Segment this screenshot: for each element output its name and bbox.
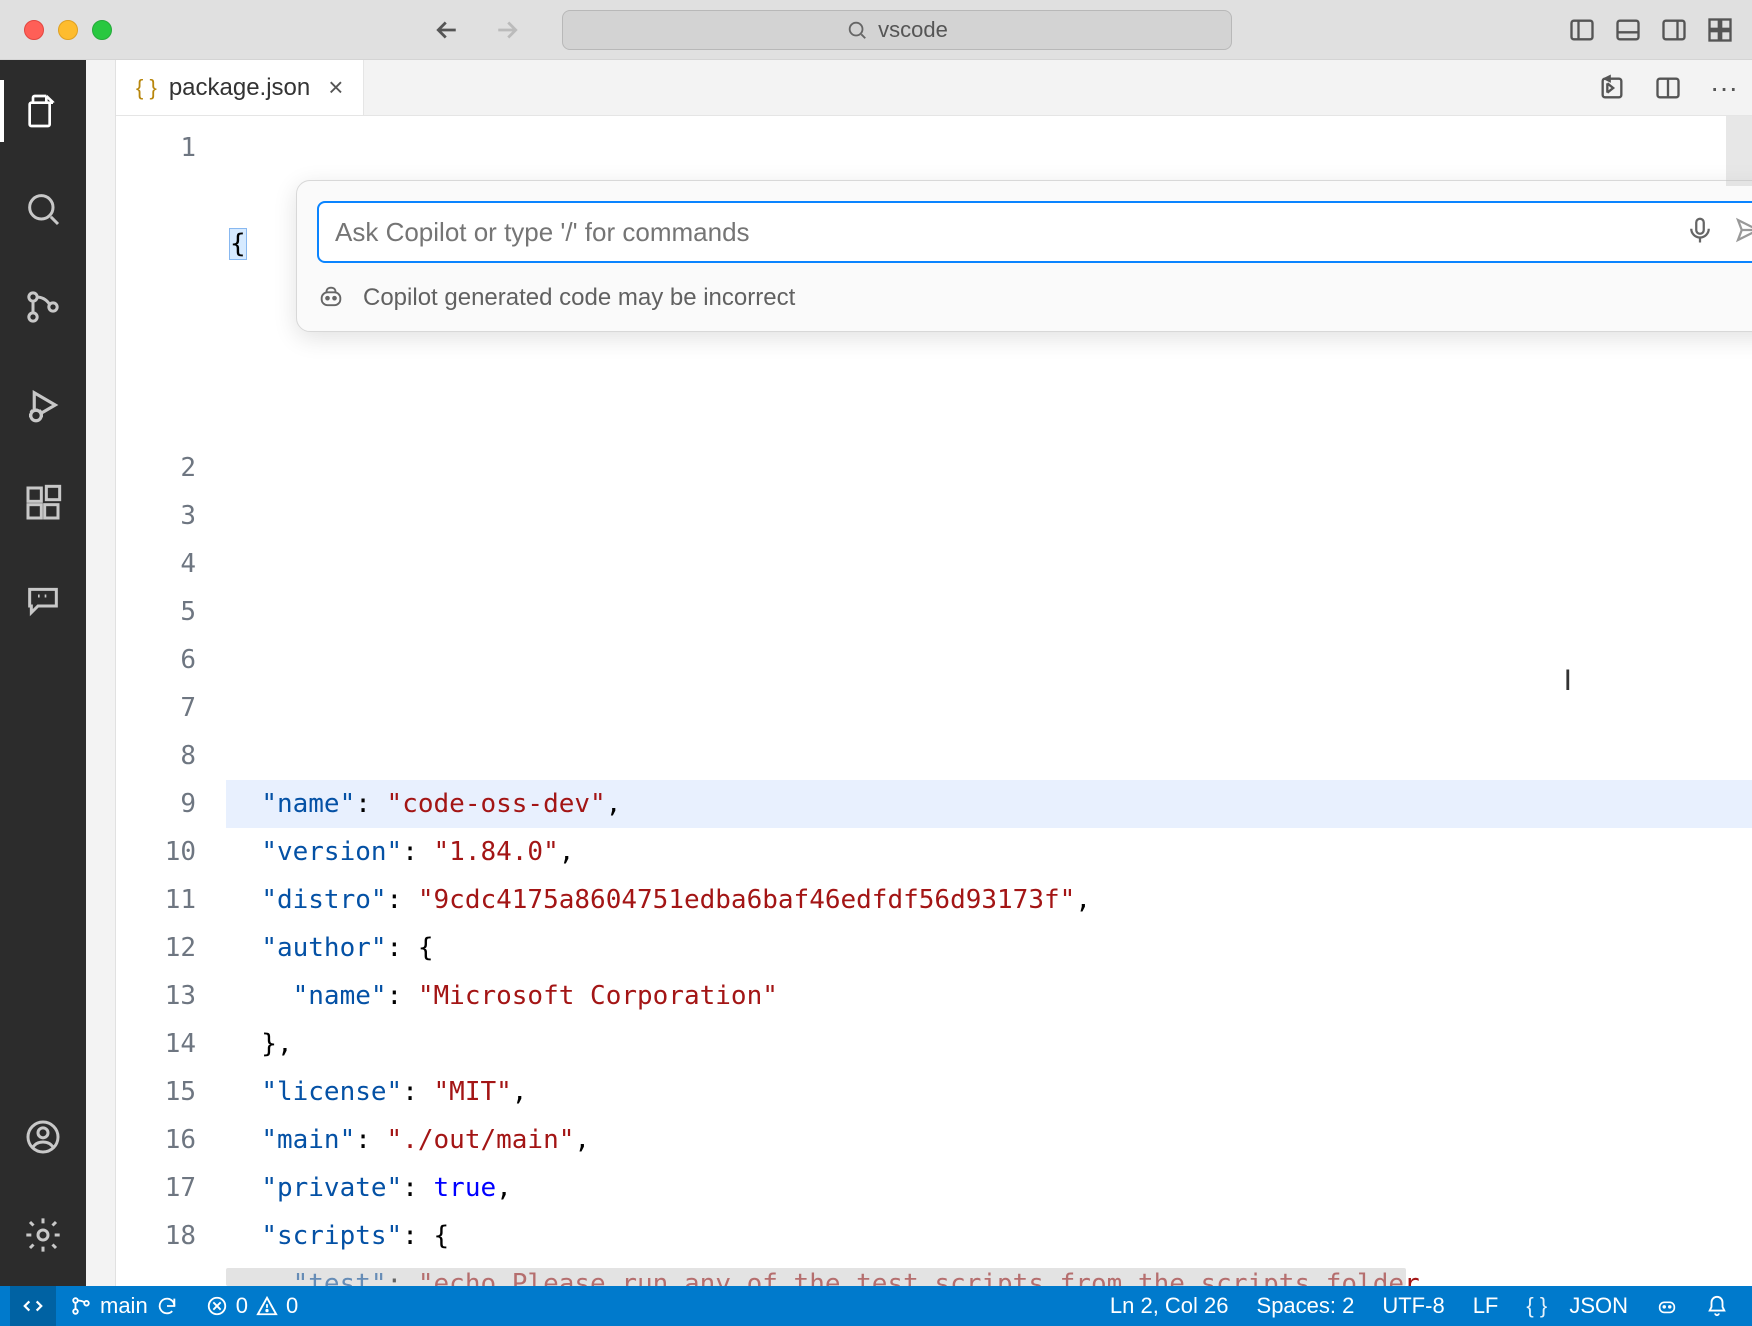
command-center[interactable]: vscode bbox=[562, 10, 1232, 50]
toggle-secondary-sidebar-button[interactable] bbox=[1660, 16, 1688, 44]
copilot-disclaimer: Copilot generated code may be incorrect bbox=[317, 283, 1752, 313]
toggle-panel-button[interactable] bbox=[1614, 16, 1642, 44]
copilot-status-button[interactable] bbox=[1642, 1286, 1692, 1326]
editor-actions: ··· bbox=[1596, 60, 1740, 115]
text-caret-icon: I bbox=[1564, 664, 1572, 698]
accounts-activity[interactable] bbox=[22, 1116, 64, 1158]
run-action-button[interactable] bbox=[1596, 72, 1628, 104]
copilot-input[interactable] bbox=[335, 217, 1671, 248]
horizontal-scrollbar[interactable] bbox=[226, 1268, 1406, 1286]
command-center-text: vscode bbox=[878, 17, 948, 43]
problems-button[interactable]: 0 0 bbox=[192, 1286, 313, 1326]
source-control-activity[interactable] bbox=[22, 286, 64, 328]
more-actions-button[interactable]: ··· bbox=[1708, 72, 1740, 104]
main-area: { } package.json × ··· 1 2 3 4 5 6 7 8 bbox=[0, 60, 1752, 1286]
code-line[interactable]: "private": true, bbox=[226, 1164, 1752, 1212]
search-activity[interactable] bbox=[22, 188, 64, 230]
chat-activity[interactable] bbox=[22, 580, 64, 622]
split-editor-button[interactable] bbox=[1652, 72, 1684, 104]
warning-icon bbox=[256, 1295, 278, 1317]
line-number-gutter: 1 2 3 4 5 6 7 8 9 10 11 12 13 14 15 16 1… bbox=[116, 116, 226, 1286]
remote-button[interactable] bbox=[10, 1286, 56, 1326]
activity-bar bbox=[0, 60, 86, 1286]
forward-button[interactable] bbox=[492, 15, 522, 45]
titlebar: vscode bbox=[0, 0, 1752, 60]
editor-group: { } package.json × ··· 1 2 3 4 5 6 7 8 bbox=[116, 60, 1752, 1286]
git-branch-button[interactable]: main bbox=[56, 1286, 192, 1326]
tab-close-button[interactable]: × bbox=[328, 72, 343, 103]
copilot-disclaimer-text: Copilot generated code may be incorrect bbox=[363, 284, 795, 312]
eol-button[interactable]: LF bbox=[1459, 1286, 1513, 1326]
code-line[interactable]: "author": { bbox=[226, 924, 1752, 972]
json-file-icon: { } bbox=[136, 75, 157, 101]
code-line[interactable]: }, bbox=[226, 1020, 1752, 1068]
settings-activity[interactable] bbox=[22, 1214, 64, 1256]
tab-bar: { } package.json × ··· bbox=[116, 60, 1752, 116]
status-bar: main 0 0 Ln 2, Col 26 Spaces: 2 UTF-8 LF… bbox=[0, 1286, 1752, 1326]
code-line[interactable]: "version": "1.84.0", bbox=[226, 828, 1752, 876]
copilot-inline-chat: Copilot generated code may be incorrect bbox=[296, 180, 1752, 332]
json-icon: { } bbox=[1526, 1293, 1547, 1319]
code-line[interactable]: "license": "MIT", bbox=[226, 1068, 1752, 1116]
code-line[interactable]: "main": "./out/main", bbox=[226, 1116, 1752, 1164]
toggle-primary-sidebar-button[interactable] bbox=[1568, 16, 1596, 44]
run-debug-activity[interactable] bbox=[22, 384, 64, 426]
warning-count: 0 bbox=[286, 1293, 298, 1319]
error-icon bbox=[206, 1295, 228, 1317]
sidebar-collapsed[interactable] bbox=[86, 60, 116, 1286]
microphone-icon[interactable] bbox=[1685, 215, 1719, 249]
layout-controls bbox=[1568, 16, 1734, 44]
editor[interactable]: 1 2 3 4 5 6 7 8 9 10 11 12 13 14 15 16 1… bbox=[116, 116, 1752, 1286]
copilot-icon bbox=[317, 283, 347, 313]
tab-package-json[interactable]: { } package.json × bbox=[116, 60, 364, 115]
code-line[interactable]: "distro": "9cdc4175a8604751edba6baf46edf… bbox=[226, 876, 1752, 924]
back-button[interactable] bbox=[432, 15, 462, 45]
indentation-button[interactable]: Spaces: 2 bbox=[1243, 1286, 1369, 1326]
minimize-window-button[interactable] bbox=[58, 20, 78, 40]
cursor-position-button[interactable]: Ln 2, Col 26 bbox=[1096, 1286, 1243, 1326]
nav-arrows bbox=[432, 15, 522, 45]
send-icon[interactable] bbox=[1733, 215, 1752, 249]
tab-label: package.json bbox=[169, 74, 310, 102]
customize-layout-button[interactable] bbox=[1706, 16, 1734, 44]
zoom-window-button[interactable] bbox=[92, 20, 112, 40]
copilot-input-wrapper bbox=[317, 201, 1752, 263]
code-line[interactable]: "name": "code-oss-dev", bbox=[226, 780, 1752, 828]
error-count: 0 bbox=[236, 1293, 248, 1319]
minimap[interactable] bbox=[1726, 116, 1752, 186]
extensions-activity[interactable] bbox=[22, 482, 64, 524]
encoding-button[interactable]: UTF-8 bbox=[1368, 1286, 1458, 1326]
sync-icon bbox=[156, 1295, 178, 1317]
code-line[interactable]: "scripts": { bbox=[226, 1212, 1752, 1260]
window-controls bbox=[24, 20, 112, 40]
notifications-button[interactable] bbox=[1692, 1286, 1742, 1326]
code-line[interactable]: "name": "Microsoft Corporation" bbox=[226, 972, 1752, 1020]
language-mode-button[interactable]: { } JSON bbox=[1512, 1286, 1642, 1326]
explorer-activity[interactable] bbox=[22, 90, 64, 132]
git-branch-name: main bbox=[100, 1293, 148, 1319]
close-window-button[interactable] bbox=[24, 20, 44, 40]
